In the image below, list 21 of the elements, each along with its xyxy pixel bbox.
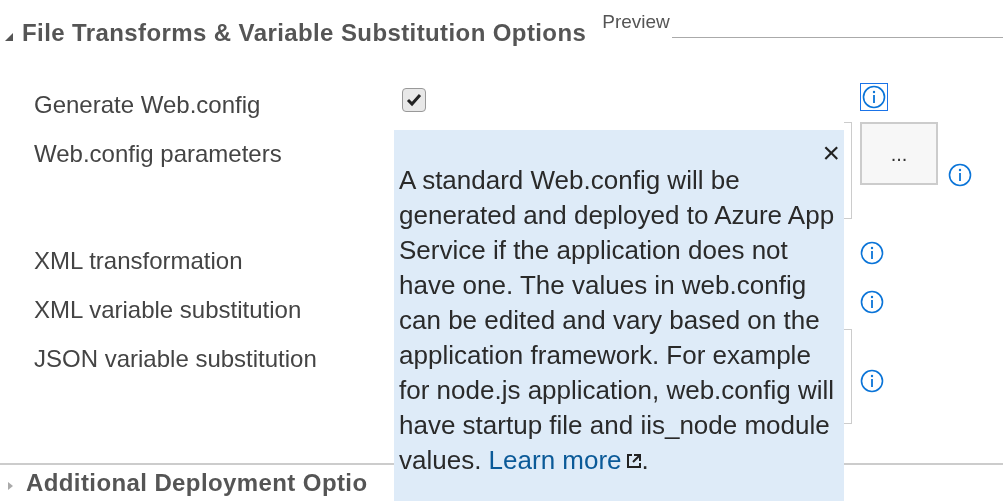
textarea-field[interactable] xyxy=(844,329,852,424)
preview-label: Preview xyxy=(602,12,670,31)
checkbox[interactable] xyxy=(402,88,426,112)
info-icon[interactable] xyxy=(858,288,886,316)
field-label: JSON variable substitution xyxy=(34,347,318,374)
field-label: XML variable substitution xyxy=(34,298,303,325)
field-label: XML transformation xyxy=(34,249,244,276)
external-link-icon xyxy=(625,452,642,469)
info-icon[interactable] xyxy=(860,83,888,111)
field-label: Web.config parameters xyxy=(34,142,283,169)
section-title: Additional Deployment Optio xyxy=(26,471,368,495)
learn-more-link[interactable]: Learn more xyxy=(488,443,642,478)
field-label: Generate Web.config xyxy=(34,93,262,120)
info-icon[interactable] xyxy=(946,161,974,189)
textarea-field[interactable] xyxy=(844,122,852,219)
section-title: File Transforms & Variable Substitution Options xyxy=(22,21,587,45)
ellipsis-button[interactable]: ... xyxy=(860,122,938,185)
check-icon xyxy=(406,92,422,108)
collapse-triangle-icon[interactable] xyxy=(4,32,14,42)
info-icon[interactable] xyxy=(858,367,886,395)
info-icon[interactable] xyxy=(858,239,886,267)
